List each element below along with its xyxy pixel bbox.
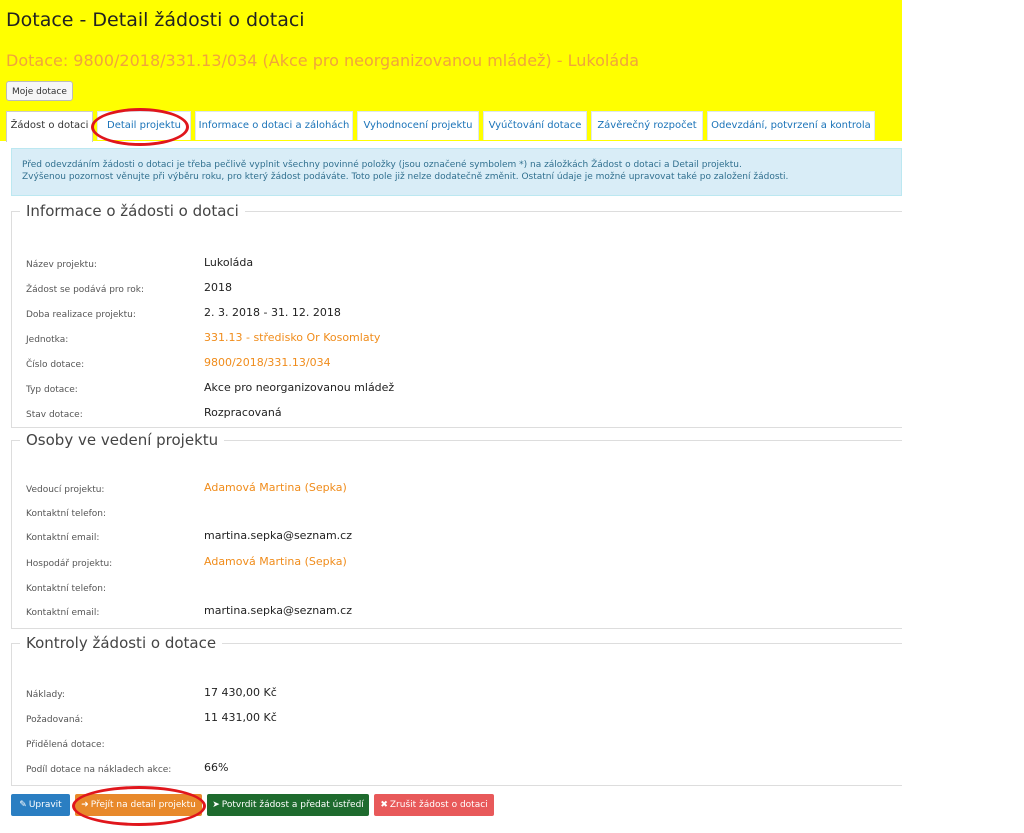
- label-pozadovana: Požadovaná:: [26, 715, 84, 725]
- row-hospodar: Hospodář projektu: Adamová Martina (Sepk…: [26, 555, 886, 575]
- label-rok: Žádost se podává pro rok:: [26, 285, 145, 295]
- label-cislo-dotace: Číslo dotace:: [26, 360, 85, 370]
- tab-odevzdani[interactable]: Odevzdání, potvrzení a kontrola: [707, 111, 875, 140]
- info-alert: Před odevzdáním žádosti o dotaci je třeb…: [11, 148, 902, 196]
- checks-section: Kontroly žádosti o dotace Náklady: 17 43…: [11, 634, 902, 786]
- grant-subtitle: Dotace: 9800/2018/331.13/034 (Akce pro n…: [6, 51, 640, 70]
- value-podil: 66%: [204, 761, 229, 774]
- cislo-dotace-link[interactable]: 9800/2018/331.13/034: [204, 356, 331, 369]
- row-cislo-dotace: Číslo dotace: 9800/2018/331.13/034: [26, 356, 886, 376]
- tab-zaverecny-rozpocet[interactable]: Závěrečný rozpočet: [591, 111, 703, 140]
- tab-vyhodnoceni-projektu[interactable]: Vyhodnocení projektu: [357, 111, 479, 140]
- value-typ-dotace: Akce pro neorganizovanou mládež: [204, 381, 395, 394]
- close-icon: ✖: [380, 800, 388, 810]
- row-email-2: Kontaktní email: martina.sepka@seznam.cz: [26, 604, 886, 624]
- header: Dotace - Detail žádosti o dotaci Dotace:…: [0, 0, 902, 142]
- edit-button[interactable]: ✎ Upravit: [11, 794, 70, 816]
- label-typ-dotace: Typ dotace:: [26, 385, 78, 395]
- cancel-request-button[interactable]: ✖ Zrušit žádost o dotaci: [374, 794, 494, 816]
- value-rok: 2018: [204, 281, 232, 294]
- alert-line-1: Před odevzdáním žádosti o dotaci je třeb…: [22, 160, 742, 170]
- persons-section: Osoby ve vedení projektu Vedoucí projekt…: [11, 431, 902, 629]
- tab-zadost-o-dotaci[interactable]: Žádost o dotaci: [6, 111, 93, 142]
- confirm-button[interactable]: ➤ Potvrdit žádost a předat ústředí: [207, 794, 369, 816]
- vedouci-link[interactable]: Adamová Martina (Sepka): [204, 481, 347, 494]
- persons-section-legend: Osoby ve vedení projektu: [26, 431, 219, 449]
- label-naklady: Náklady:: [26, 690, 65, 700]
- label-doba-realizace: Doba realizace projektu:: [26, 310, 136, 320]
- confirm-button-label: Potvrdit žádost a předat ústředí: [221, 800, 364, 810]
- label-podil: Podíl dotace na nákladech akce:: [26, 765, 172, 775]
- row-telefon-2: Kontaktní telefon:: [26, 580, 886, 600]
- row-nazev-projektu: Název projektu: Lukoláda: [26, 256, 886, 276]
- pencil-icon: ✎: [19, 800, 27, 810]
- value-doba-realizace: 2. 3. 2018 - 31. 12. 2018: [204, 306, 341, 319]
- go-to-detail-label: Přejít na detail projektu: [90, 800, 196, 810]
- row-jednotka: Jednotka: 331.13 - středisko Or Kosomlat…: [26, 331, 886, 351]
- page: Dotace - Detail žádosti o dotaci Dotace:…: [0, 0, 902, 833]
- label-hospodar: Hospodář projektu:: [26, 559, 113, 569]
- value-naklady: 17 430,00 Kč: [204, 686, 277, 699]
- row-naklady: Náklady: 17 430,00 Kč: [26, 686, 886, 706]
- row-vedouci: Vedoucí projektu: Adamová Martina (Sepka…: [26, 481, 886, 501]
- row-pozadovana: Požadovaná: 11 431,00 Kč: [26, 711, 886, 731]
- my-grants-button[interactable]: Moje dotace: [6, 81, 73, 101]
- jednotka-link[interactable]: 331.13 - středisko Or Kosomlaty: [204, 331, 380, 344]
- row-doba-realizace: Doba realizace projektu: 2. 3. 2018 - 31…: [26, 306, 886, 326]
- value-nazev-projektu: Lukoláda: [204, 256, 254, 269]
- row-typ-dotace: Typ dotace: Akce pro neorganizovanou mlá…: [26, 381, 886, 401]
- label-stav-dotace: Stav dotace:: [26, 410, 83, 420]
- value-email-1: martina.sepka@seznam.cz: [204, 529, 352, 542]
- label-telefon-2: Kontaktní telefon:: [26, 584, 107, 594]
- edit-button-label: Upravit: [28, 800, 62, 810]
- cancel-button-label: Zrušit žádost o dotaci: [389, 800, 488, 810]
- label-vedouci: Vedoucí projektu:: [26, 485, 105, 495]
- row-email-1: Kontaktní email: martina.sepka@seznam.cz: [26, 529, 886, 549]
- go-to-detail-button[interactable]: ➜ Přejít na detail projektu: [75, 794, 202, 816]
- page-title: Dotace - Detail žádosti o dotaci: [6, 9, 305, 31]
- row-stav-dotace: Stav dotace: Rozpracovaná: [26, 406, 886, 426]
- info-section: Informace o žádosti o dotaci Název proje…: [11, 202, 902, 428]
- tab-informace-o-dotaci[interactable]: Informace o dotaci a zálohách: [195, 111, 353, 140]
- label-nazev-projektu: Název projektu:: [26, 260, 97, 270]
- label-jednotka: Jednotka:: [26, 335, 69, 345]
- alert-line-2: Zvýšenou pozornost věnujte při výběru ro…: [22, 172, 789, 182]
- label-email-2: Kontaktní email:: [26, 608, 100, 618]
- label-pridelena: Přidělená dotace:: [26, 740, 105, 750]
- row-rok: Žádost se podává pro rok: 2018: [26, 281, 886, 301]
- arrow-right-icon: ➜: [81, 800, 89, 810]
- tab-vyuctovani-dotace[interactable]: Vyúčtování dotace: [483, 111, 587, 140]
- row-pridelena: Přidělená dotace:: [26, 736, 886, 756]
- checks-section-legend: Kontroly žádosti o dotace: [26, 634, 217, 652]
- info-section-legend: Informace o žádosti o dotaci: [26, 202, 239, 220]
- hospodar-link[interactable]: Adamová Martina (Sepka): [204, 555, 347, 568]
- value-pozadovana: 11 431,00 Kč: [204, 711, 277, 724]
- row-telefon-1: Kontaktní telefon:: [26, 505, 886, 525]
- label-email-1: Kontaktní email:: [26, 533, 100, 543]
- value-stav-dotace: Rozpracovaná: [204, 406, 282, 419]
- label-telefon-1: Kontaktní telefon:: [26, 509, 107, 519]
- value-email-2: martina.sepka@seznam.cz: [204, 604, 352, 617]
- paper-plane-icon: ➤: [212, 800, 220, 810]
- tab-detail-projektu[interactable]: Detail projektu: [97, 111, 191, 140]
- row-podil: Podíl dotace na nákladech akce: 66%: [26, 761, 886, 781]
